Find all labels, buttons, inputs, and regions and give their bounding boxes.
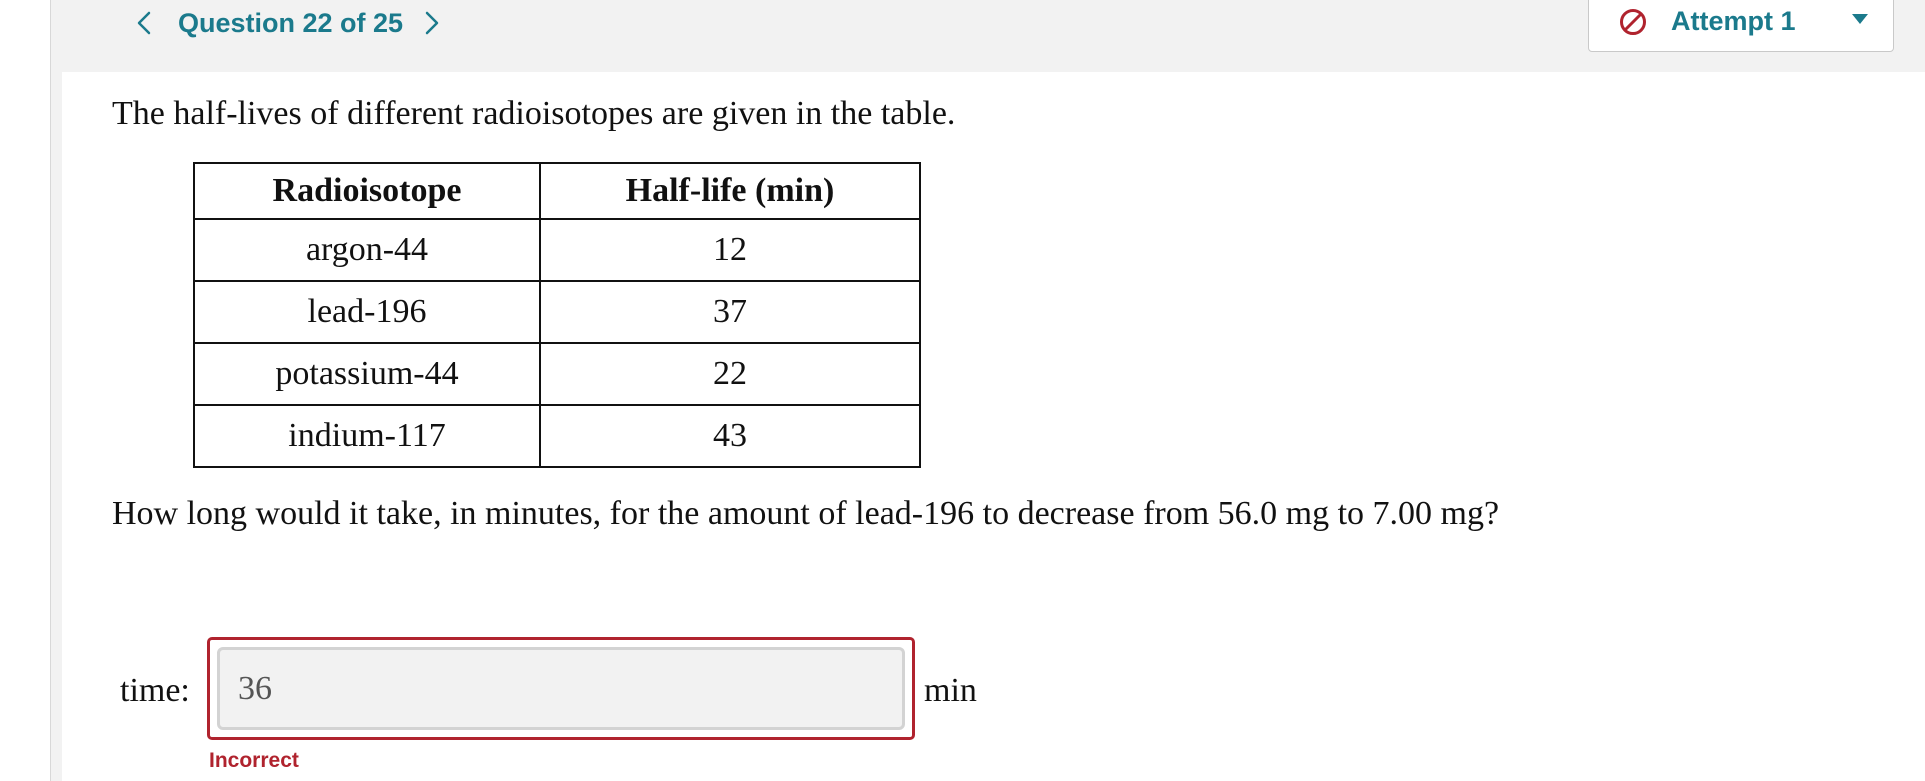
question-content: The half-lives of different radioisotope…	[62, 72, 1925, 781]
question-text: How long would it take, in minutes, for …	[112, 495, 1500, 532]
half-life-table: Radioisotope Half-life (min) argon-44 12…	[193, 162, 921, 468]
left-rail	[0, 0, 51, 781]
chevron-left-icon	[137, 11, 151, 35]
table-cell: 43	[539, 404, 921, 468]
table-cell: indium-117	[193, 404, 541, 468]
attempt-label: Attempt 1	[1671, 6, 1796, 36]
prohibited-circle-icon	[1620, 9, 1646, 35]
question-nav-bar: Question 22 of 25 Attempt 1	[51, 0, 1925, 70]
prompt-intro: The half-lives of different radioisotope…	[112, 95, 956, 132]
chevron-right-icon	[425, 11, 439, 35]
table-header-row: Radioisotope Half-life (min)	[193, 162, 921, 220]
answer-field-error-border	[207, 637, 915, 740]
table-cell: argon-44	[193, 218, 541, 282]
table-cell: lead-196	[193, 280, 541, 344]
table-cell: potassium-44	[193, 342, 541, 406]
column-header: Half-life (min)	[539, 162, 921, 220]
previous-question-button[interactable]	[129, 6, 159, 40]
feedback-message: Incorrect	[209, 749, 299, 772]
unit-label: min	[924, 672, 977, 709]
table-row: indium-117 43	[193, 404, 921, 468]
table-row: lead-196 37	[193, 280, 921, 344]
column-header: Radioisotope	[193, 162, 541, 220]
table-cell: 37	[539, 280, 921, 344]
question-counter: Question 22 of 25	[178, 8, 404, 38]
attempt-dropdown[interactable]: Attempt 1	[1588, 0, 1894, 52]
table-cell: 12	[539, 218, 921, 282]
table-cell: 22	[539, 342, 921, 406]
table-row: potassium-44 22	[193, 342, 921, 406]
caret-down-icon	[1852, 14, 1868, 24]
table-row: argon-44 12	[193, 218, 921, 282]
time-answer-input[interactable]	[217, 647, 905, 730]
next-question-button[interactable]	[417, 6, 447, 40]
answer-label: time:	[120, 672, 190, 709]
